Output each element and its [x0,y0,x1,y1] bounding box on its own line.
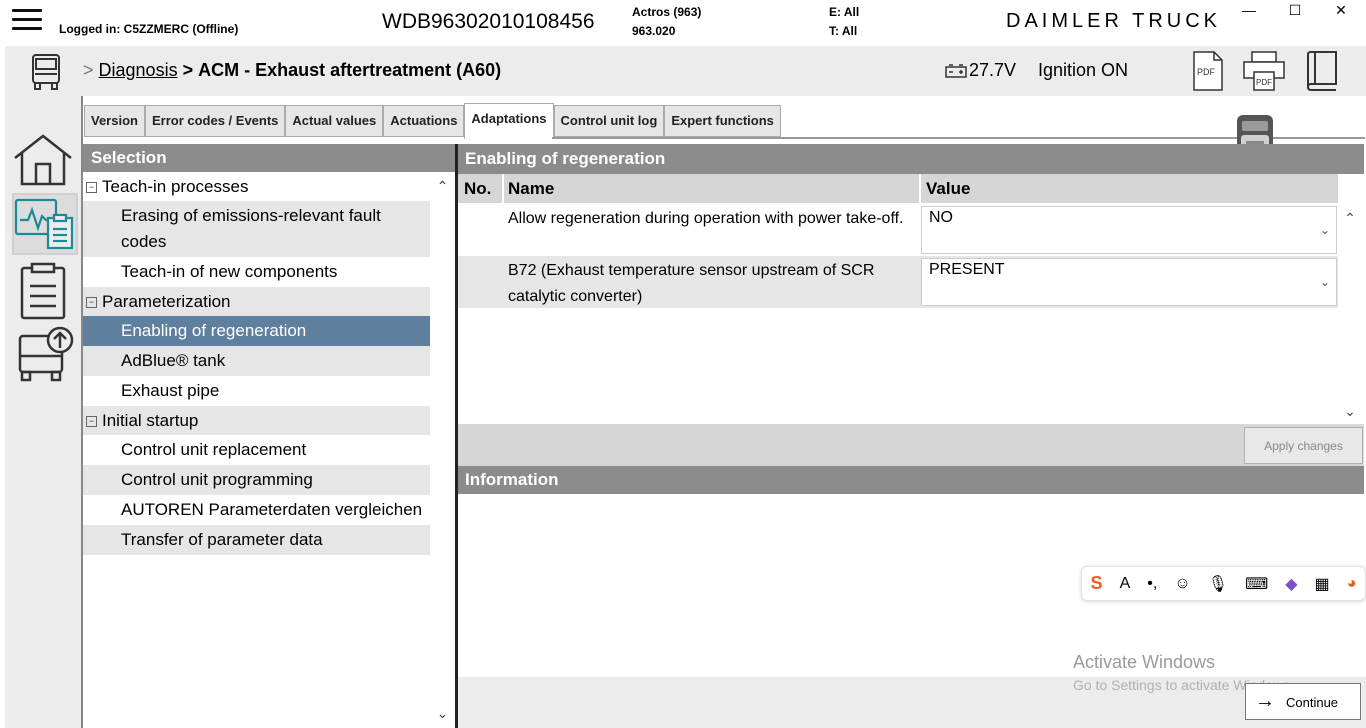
truck-icon[interactable] [26,52,66,92]
tab-actuations[interactable]: Actuations [383,105,465,137]
continue-button[interactable]: → Continue [1245,683,1361,720]
model-code: 963.020 [632,24,676,38]
windows-watermark-title: Activate Windows [1073,652,1216,672]
regeneration-header: Enabling of regeneration [458,144,1364,174]
breadcrumb-separator: > [182,60,194,80]
close-button[interactable]: ✕ [1326,2,1356,19]
apply-bar [458,424,1364,466]
dropdown-value: PRESENT [929,261,1005,278]
microphone-icon[interactable]: 🎙 [1208,574,1228,594]
collapse-icon[interactable]: − [86,297,97,308]
dropdown-value: NO [929,209,953,226]
list-item-exhaust-pipe[interactable]: Exhaust pipe [83,376,430,406]
t-code: T: All [829,24,858,38]
column-value: Value [926,179,971,198]
tab-bar: Version Error codes / Events Actual valu… [84,103,781,139]
font-a-icon[interactable]: A [1120,575,1131,593]
category-label: Initial startup [102,411,199,430]
brand-logo: DAIMLER TRUCK [1006,10,1221,32]
scroll-down-icon[interactable]: ⌄ [430,705,455,722]
mascot-icon[interactable]: ◕ [1347,575,1357,593]
grid-scrollbar[interactable]: ⌃ ⌄ [1338,204,1362,424]
minimize-button[interactable]: — [1234,2,1264,18]
table-row: Allow regeneration during operation with… [458,204,1338,256]
print-pdf-label: PDF [1256,78,1272,87]
list-item-transfer-parameter-data[interactable]: Transfer of parameter data [83,525,430,555]
grid-header: No. Name Value [458,174,1338,203]
pdf-export-icon[interactable]: PDF [1190,50,1226,92]
vehicle-model: Actros (963) 963.020 [632,3,701,41]
list-item-teach-in-components[interactable]: Teach-in of new components [83,257,430,287]
print-pdf-icon[interactable]: PDF [1242,50,1286,92]
emoji-icon[interactable]: ☺ [1174,575,1190,593]
left-navigation-rail [5,96,81,728]
selection-header: Selection [83,144,455,172]
pdf-label: PDF [1197,67,1216,77]
scroll-up-icon[interactable]: ⌃ [430,178,455,195]
category-initial-startup[interactable]: − Initial startup [83,406,430,435]
breadcrumb-separator: > [83,60,94,80]
menu-icon[interactable] [12,9,42,31]
column-no: No. [464,179,492,198]
tab-expert-functions[interactable]: Expert functions [664,105,781,137]
list-item-enabling-regeneration[interactable]: Enabling of regeneration [83,316,430,346]
parameter-name: B72 (Exhaust temperature sensor upstream… [508,262,875,305]
column-name: Name [508,179,555,198]
vehicle-codes: E: All T: All [829,3,859,41]
chevron-down-icon: ⌄ [1319,275,1330,289]
e-code: E: All [829,5,860,19]
sogou-logo-icon[interactable]: S [1091,573,1103,594]
battery-voltage: 27.7V [945,60,1016,81]
manual-book-icon[interactable] [1304,50,1340,92]
home-icon[interactable] [12,132,74,188]
list-item-control-unit-replacement[interactable]: Control unit replacement [83,435,430,465]
value-dropdown[interactable]: NO ⌄ [921,206,1337,254]
login-status: Logged in: C5ZZMERC (Offline) [59,22,239,36]
list-item-adblue-tank[interactable]: AdBlue® tank [83,346,430,376]
tab-adaptations[interactable]: Adaptations [464,103,554,139]
diagnosis-monitor-icon[interactable] [14,196,76,252]
selection-scrollbar[interactable]: ⌃ ⌄ [430,172,455,728]
arrow-right-icon: → [1255,690,1275,712]
information-header: Information [458,466,1364,494]
list-item-autoren-parameterdaten[interactable]: AUTOREN Parameterdaten vergleichen [83,495,430,525]
value-dropdown[interactable]: PRESENT ⌄ [921,258,1337,306]
truck-upload-icon[interactable] [16,326,78,382]
battery-icon [945,64,967,78]
skin-icon[interactable]: ◆ [1285,574,1297,594]
tab-control-unit-log[interactable]: Control unit log [553,105,665,137]
breadcrumb-diagnosis-link[interactable]: Diagnosis [99,60,178,80]
punctuation-icon[interactable]: •, [1147,575,1157,593]
page-title: ACM - Exhaust aftertreatment (A60) [198,60,502,80]
keyboard-icon[interactable]: ⌨ [1245,574,1268,594]
vin-number: WDB96302010108456 [382,10,595,33]
apply-changes-button[interactable]: Apply changes [1244,427,1363,464]
apps-grid-icon[interactable]: ▦ [1315,574,1330,594]
collapse-icon[interactable]: − [86,416,97,427]
category-label: Parameterization [102,292,231,311]
scroll-down-icon[interactable]: ⌄ [1338,403,1362,420]
model-name: Actros (963) [632,5,702,19]
list-item-erasing-fault-codes[interactable]: Erasing of emissions-relevant fault code… [83,201,430,257]
tab-error-codes[interactable]: Error codes / Events [144,105,286,137]
collapse-icon[interactable]: − [86,182,97,193]
selection-tree: − Teach-in processes Erasing of emissions… [83,172,430,728]
tab-actual-values[interactable]: Actual values [285,105,384,137]
maximize-button[interactable]: ☐ [1280,2,1310,19]
list-item-control-unit-programming[interactable]: Control unit programming [83,465,430,495]
voltage-value: 27.7V [969,60,1017,80]
clipboard-icon[interactable] [18,262,80,320]
breadcrumb: > Diagnosis > ACM - Exhaust aftertreatme… [83,60,501,81]
ignition-status: Ignition ON [1038,60,1129,80]
continue-label: Continue [1286,695,1339,710]
tab-version[interactable]: Version [84,105,145,137]
parameter-name: Allow regeneration during operation with… [508,210,904,227]
table-row: B72 (Exhaust temperature sensor upstream… [458,256,1338,308]
scroll-up-icon[interactable]: ⌃ [1338,210,1362,227]
category-teach-in[interactable]: − Teach-in processes [83,172,430,201]
category-label: Teach-in processes [102,177,249,196]
ime-toolbar: S A •, ☺ 🎙 ⌨ ◆ ▦ ◕ [1081,566,1366,601]
category-parameterization[interactable]: − Parameterization [83,287,430,316]
chevron-down-icon: ⌄ [1319,223,1330,237]
